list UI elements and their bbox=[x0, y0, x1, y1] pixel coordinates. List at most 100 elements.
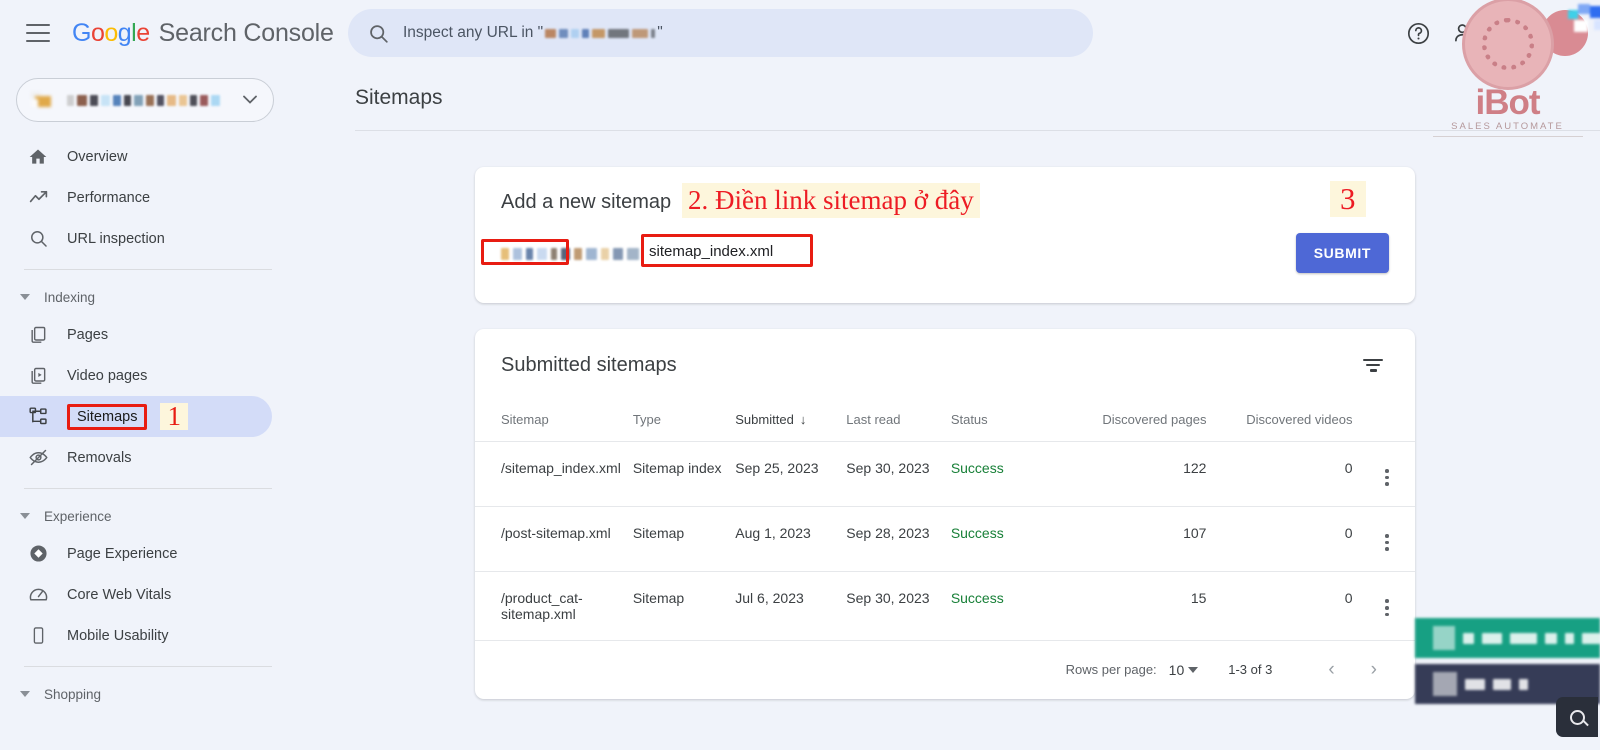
sidebar-item-label: Mobile Usability bbox=[67, 628, 169, 644]
cell-discovered-videos: 0 bbox=[1212, 571, 1358, 640]
hamburger-menu-icon[interactable] bbox=[26, 24, 50, 42]
page-title: Sitemaps bbox=[300, 66, 1600, 110]
search-placeholder-prefix: Inspect any URL in " bbox=[403, 24, 543, 42]
column-header-status[interactable]: Status bbox=[945, 402, 1058, 442]
sidebar-item-performance[interactable]: Performance bbox=[0, 177, 272, 218]
top-bar: Google Search Console Inspect any URL in… bbox=[0, 0, 1600, 66]
account-settings-icon[interactable] bbox=[1444, 12, 1486, 54]
sidebar-item-url-inspection[interactable]: URL inspection bbox=[0, 218, 272, 259]
chevron-down-icon bbox=[20, 691, 30, 697]
status-badge: Success bbox=[945, 506, 1058, 571]
cell-type: Sitemap bbox=[627, 506, 729, 571]
cell-discovered-videos: 0 bbox=[1212, 441, 1358, 506]
column-header-last-read[interactable]: Last read bbox=[840, 402, 945, 442]
cell-type: Sitemap bbox=[627, 571, 729, 640]
next-page-button[interactable]: › bbox=[1353, 659, 1395, 681]
annotation-marker-3: 3 bbox=[1330, 181, 1366, 217]
row-menu-icon[interactable] bbox=[1377, 597, 1397, 618]
column-header-submitted-label: Submitted bbox=[735, 412, 794, 427]
add-sitemap-card: Add a new sitemap 2. Điền link sitemap ở… bbox=[475, 167, 1415, 303]
submitted-sitemaps-card: Submitted sitemaps Sitemap Type Submitte… bbox=[475, 329, 1415, 699]
column-header-sitemap[interactable]: Sitemap bbox=[475, 402, 627, 442]
property-name-redacted bbox=[67, 95, 243, 106]
support-fab-button[interactable] bbox=[1556, 697, 1598, 737]
bell-icon[interactable]: 101 bbox=[1491, 12, 1533, 54]
pagination-range: 1-3 of 3 bbox=[1228, 662, 1272, 677]
cell-sitemap[interactable]: /sitemap_index.xml bbox=[475, 441, 627, 506]
sidebar-item-mobile-usability[interactable]: Mobile Usability bbox=[0, 615, 272, 656]
table-row[interactable]: /product_cat-sitemap.xml Sitemap Jul 6, … bbox=[475, 571, 1415, 640]
sidebar-group-experience[interactable]: Experience bbox=[0, 499, 300, 533]
search-icon bbox=[368, 23, 389, 44]
top-bar-actions: 101 bbox=[1397, 0, 1588, 66]
search-input[interactable]: Inspect any URL in " " bbox=[348, 9, 1093, 57]
rows-per-page-value[interactable]: 10 bbox=[1169, 662, 1185, 678]
sidebar-item-page-experience[interactable]: Page Experience bbox=[0, 533, 272, 574]
cell-discovered-pages: 122 bbox=[1058, 441, 1213, 506]
trending-up-icon bbox=[27, 187, 49, 208]
cell-sitemap[interactable]: /post-sitemap.xml bbox=[475, 506, 627, 571]
sidebar-group-shopping[interactable]: Shopping bbox=[0, 677, 300, 711]
sidebar-item-label: Core Web Vitals bbox=[67, 587, 171, 603]
prev-page-button[interactable]: ‹ bbox=[1310, 659, 1352, 681]
sidebar-item-sitemaps[interactable]: Sitemaps 1 bbox=[0, 396, 272, 437]
submit-button[interactable]: SUBMIT bbox=[1296, 233, 1389, 273]
table-header-row: Sitemap Type Submitted ↓ Last read Status… bbox=[475, 402, 1415, 442]
table-row[interactable]: /post-sitemap.xml Sitemap Aug 1, 2023 Se… bbox=[475, 506, 1415, 571]
search-icon bbox=[27, 229, 49, 248]
search-placeholder-suffix: " bbox=[657, 24, 663, 42]
redacted-domain bbox=[545, 29, 655, 38]
sort-arrow-icon: ↓ bbox=[800, 412, 807, 427]
chevron-down-icon[interactable] bbox=[1188, 667, 1198, 673]
sidebar-item-label: Removals bbox=[67, 450, 131, 466]
sidebar-nav: Overview Performance URL inspection Inde… bbox=[0, 136, 300, 711]
avatar[interactable] bbox=[1542, 10, 1588, 56]
sidebar-item-core-web-vitals[interactable]: Core Web Vitals bbox=[0, 574, 272, 615]
search-icon bbox=[1570, 710, 1585, 725]
sidebar-item-video-pages[interactable]: Video pages bbox=[0, 355, 272, 396]
main-content: Sitemaps Add a new sitemap 2. Điền link … bbox=[300, 66, 1600, 750]
page-experience-icon bbox=[27, 543, 49, 564]
sidebar: Overview Performance URL inspection Inde… bbox=[0, 66, 300, 750]
row-menu-icon[interactable] bbox=[1377, 532, 1397, 553]
sidebar-item-overview[interactable]: Overview bbox=[0, 136, 272, 177]
help-circle-icon[interactable] bbox=[1397, 12, 1439, 54]
cell-submitted: Jul 6, 2023 bbox=[729, 571, 840, 640]
status-badge: Success bbox=[945, 441, 1058, 506]
column-header-submitted[interactable]: Submitted ↓ bbox=[729, 402, 840, 442]
sidebar-item-label: Performance bbox=[67, 190, 150, 206]
column-header-discovered-videos[interactable]: Discovered videos bbox=[1212, 402, 1358, 442]
product-name: Search Console bbox=[159, 19, 334, 48]
cell-sitemap[interactable]: /product_cat-sitemap.xml bbox=[475, 571, 627, 640]
column-header-actions bbox=[1358, 402, 1415, 442]
sitemap-url-input[interactable] bbox=[643, 239, 1291, 266]
sidebar-group-indexing[interactable]: Indexing bbox=[0, 280, 300, 314]
table-row[interactable]: /sitemap_index.xml Sitemap index Sep 25,… bbox=[475, 441, 1415, 506]
title-divider bbox=[355, 130, 1600, 131]
cell-submitted: Sep 25, 2023 bbox=[729, 441, 840, 506]
table-body: /sitemap_index.xml Sitemap index Sep 25,… bbox=[475, 441, 1415, 640]
brand-logo[interactable]: Google Search Console bbox=[72, 19, 334, 48]
column-header-type[interactable]: Type bbox=[627, 402, 729, 442]
pages-icon bbox=[27, 325, 49, 345]
sidebar-group-label: Experience bbox=[44, 509, 112, 524]
sitemaps-icon bbox=[27, 406, 49, 427]
cell-discovered-pages: 15 bbox=[1058, 571, 1213, 640]
cell-actions bbox=[1358, 506, 1415, 571]
submitted-sitemaps-title: Submitted sitemaps bbox=[501, 354, 677, 377]
cell-last-read: Sep 30, 2023 bbox=[840, 571, 945, 640]
cell-discovered-videos: 0 bbox=[1212, 506, 1358, 571]
filter-list-icon[interactable] bbox=[1357, 353, 1389, 378]
chat-widget-avatar bbox=[1433, 626, 1455, 650]
sidebar-item-removals[interactable]: Removals bbox=[0, 437, 272, 478]
row-menu-icon[interactable] bbox=[1377, 467, 1397, 488]
chat-widget-teal[interactable] bbox=[1415, 618, 1600, 658]
sidebar-item-pages[interactable]: Pages bbox=[0, 314, 272, 355]
notification-badge: 101 bbox=[1511, 14, 1539, 29]
property-selector[interactable] bbox=[16, 78, 274, 122]
annotation-text-2: 2. Điền link sitemap ở đây bbox=[682, 183, 980, 218]
sidebar-item-label: Pages bbox=[67, 327, 108, 343]
rows-per-page-label: Rows per page: bbox=[1066, 662, 1157, 677]
sidebar-item-label: URL inspection bbox=[67, 231, 165, 247]
column-header-discovered-pages[interactable]: Discovered pages bbox=[1058, 402, 1213, 442]
